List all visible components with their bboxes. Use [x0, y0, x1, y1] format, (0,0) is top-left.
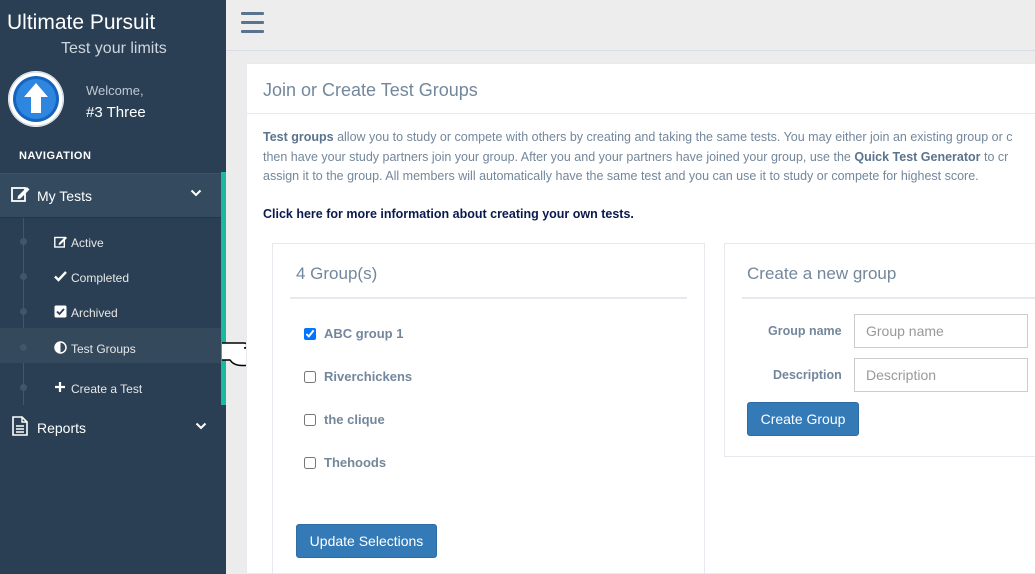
check-icon [54, 271, 67, 282]
sidebar-item-archived[interactable]: Archived [0, 292, 221, 327]
sidebar-item-label: Archived [71, 306, 118, 320]
sidebar-item-create-test[interactable]: Create a Test [0, 368, 221, 403]
sidebar-item-label: Create a Test [71, 382, 143, 396]
avatar [8, 71, 64, 127]
nav-heading: NAVIGATION [19, 150, 92, 162]
edit-icon [11, 187, 30, 202]
sidebar-item-completed[interactable]: Completed [0, 257, 221, 292]
intro-bold: Quick Test Generator [854, 150, 981, 164]
intro-line-1: Test groups allow you to study or compet… [263, 130, 1012, 144]
divider [742, 297, 1035, 299]
top-bar [226, 0, 1035, 51]
description-input[interactable] [854, 358, 1028, 392]
plus-icon [55, 382, 65, 392]
welcome-label: Welcome, [86, 83, 144, 98]
create-group-box: Create a new group Group name Descriptio… [724, 243, 1035, 457]
group-label: Riverchickens [324, 369, 413, 384]
intro-line-2: then have your study partners join your … [263, 150, 1008, 164]
bullet-dot [20, 238, 27, 245]
intro-text: then have your study partners join your … [263, 150, 855, 164]
group-label: ABC group 1 [324, 326, 404, 341]
half-circle-icon [54, 341, 67, 354]
document-icon [12, 416, 28, 436]
group-label: the clique [324, 412, 385, 427]
group-checkbox[interactable] [304, 328, 316, 340]
active-indicator [221, 172, 226, 405]
chevron-down-icon [190, 189, 202, 197]
group-checkbox[interactable] [304, 414, 316, 426]
intro-line-3: assign it to the group. All members will… [263, 169, 979, 183]
more-info-link[interactable]: Click here for more information about cr… [263, 207, 634, 221]
edit-icon [54, 236, 67, 248]
menu-my-tests-label: My Tests [37, 188, 92, 204]
group-checkbox[interactable] [304, 457, 316, 469]
sidebar: Ultimate Pursuit Test your limits Welcom… [0, 0, 226, 574]
page-title: Join or Create Test Groups [263, 80, 478, 100]
intro-text: assign it to the group. All members will… [263, 169, 979, 183]
hamburger-line [241, 30, 264, 33]
checkbox-icon [54, 305, 67, 318]
my-tests-submenu: Active Completed Archived Test Groups Cr… [0, 218, 221, 405]
description-label: Description [773, 368, 842, 382]
hamburger-line [241, 21, 264, 24]
divider [247, 113, 1035, 114]
username: #3 Three [86, 104, 146, 121]
menu-reports-label: Reports [37, 420, 87, 436]
group-label: Thehoods [324, 455, 387, 470]
divider [290, 297, 687, 299]
intro-text: to cr [980, 150, 1009, 164]
main-panel: Join or Create Test Groups Test groups a… [246, 63, 1035, 574]
brand-subtitle: Test your limits [61, 40, 167, 57]
group-name-label: Group name [768, 324, 842, 338]
brand-title[interactable]: Ultimate Pursuit [7, 11, 155, 35]
update-selections-button[interactable]: Update Selections [296, 524, 437, 558]
sidebar-item-label: Test Groups [71, 342, 136, 356]
intro-text: allow you to study or compete with other… [333, 130, 1013, 144]
groups-box: 4 Group(s) ABC group 1 Riverchickens the… [272, 243, 705, 574]
intro-bold: Test groups [263, 130, 334, 144]
menu-my-tests[interactable]: My Tests [0, 173, 226, 218]
group-name-input[interactable] [854, 314, 1028, 348]
sidebar-item-label: Active [71, 236, 104, 250]
menu-toggle-icon[interactable] [241, 12, 264, 33]
chevron-down-icon [195, 422, 207, 430]
bullet-dot [20, 308, 27, 315]
bullet-dot [20, 273, 27, 280]
upload-arrow-icon [8, 71, 64, 127]
bullet-dot [20, 384, 27, 391]
bullet-dot [20, 344, 27, 351]
sidebar-item-test-groups[interactable]: Test Groups [0, 328, 221, 363]
sidebar-item-active[interactable]: Active [0, 222, 221, 257]
group-checkbox[interactable] [304, 371, 316, 383]
menu-reports[interactable]: Reports [0, 407, 226, 447]
create-group-button[interactable]: Create Group [747, 402, 859, 436]
groups-title: 4 Group(s) [296, 264, 378, 283]
hamburger-line [241, 12, 264, 15]
create-group-title: Create a new group [747, 264, 897, 283]
sidebar-item-label: Completed [71, 271, 130, 285]
